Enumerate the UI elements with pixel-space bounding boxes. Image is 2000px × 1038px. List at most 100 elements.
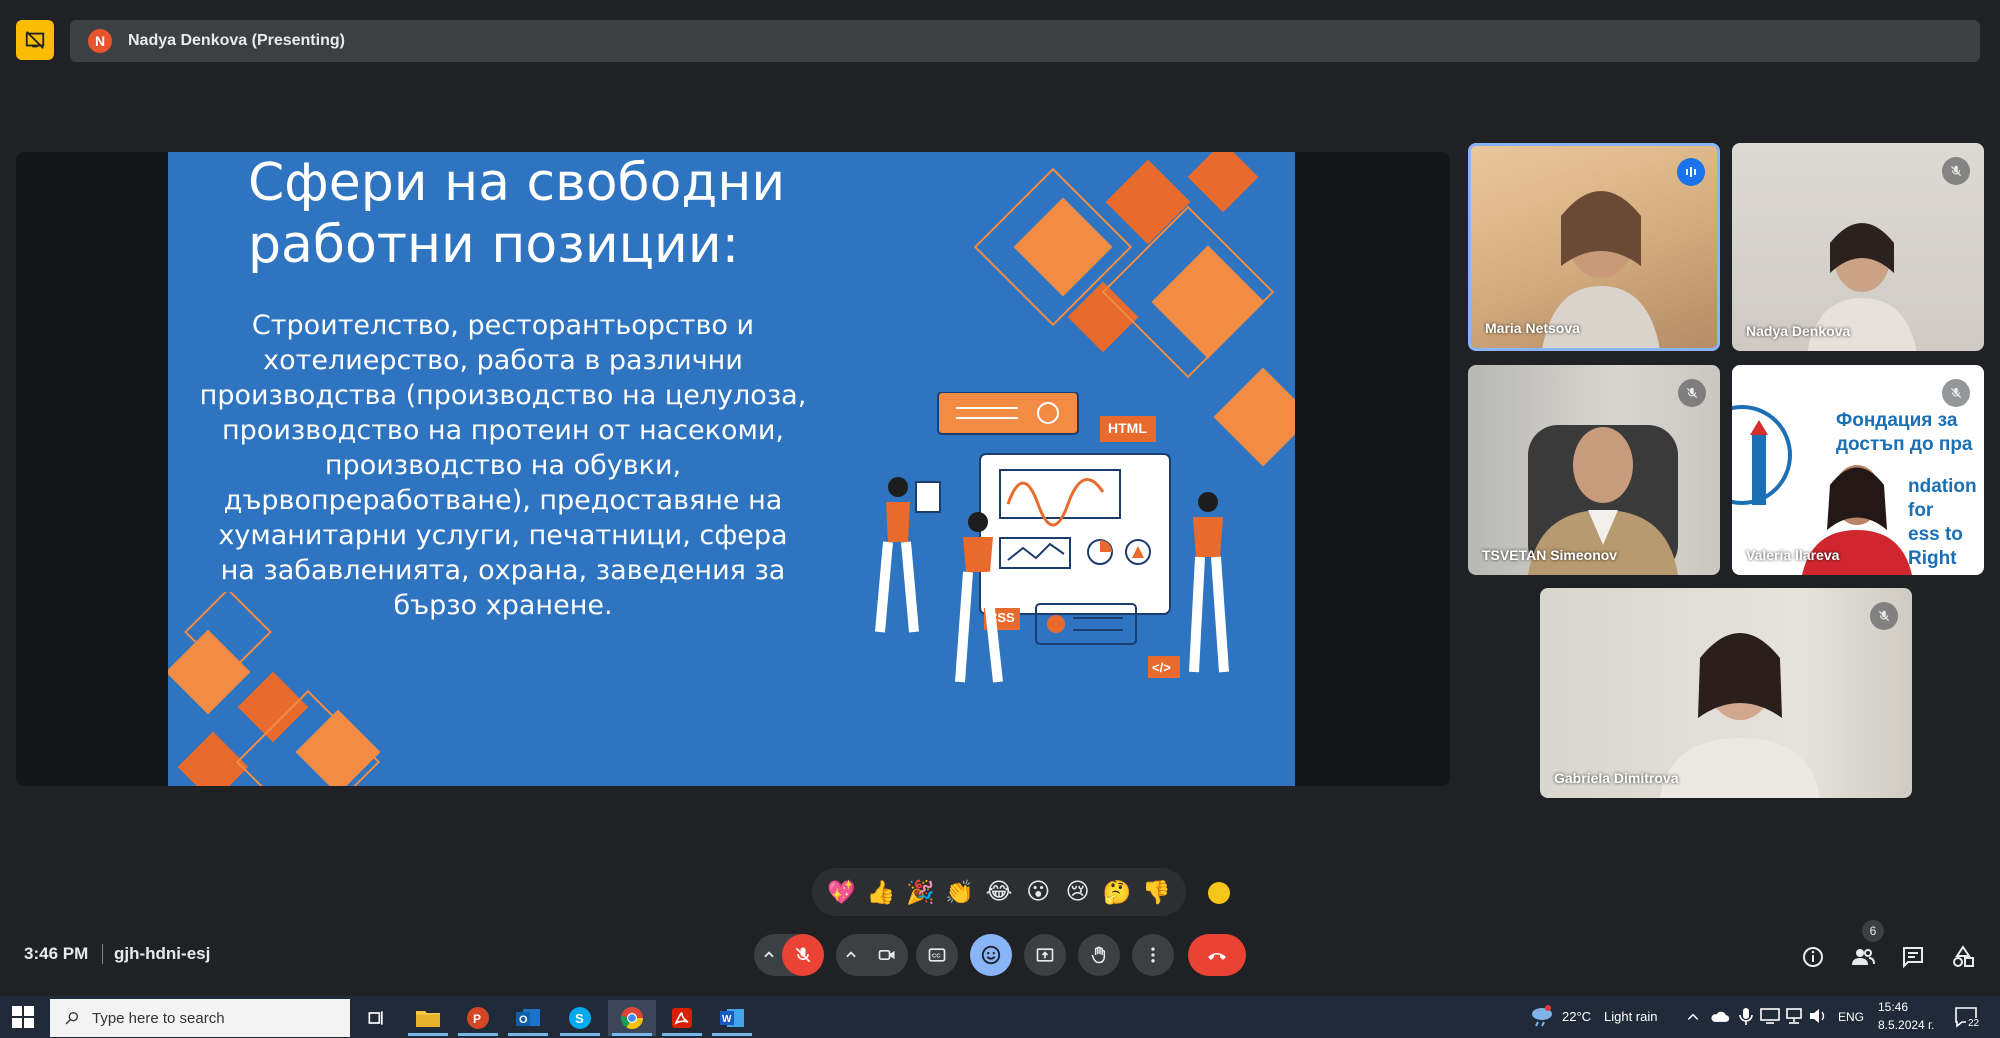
- slide-body-text: Строителство, ресторантьорство и хотелие…: [199, 310, 807, 621]
- presentation-stage[interactable]: Сфери на свободни работни позиции: Строи…: [16, 152, 1450, 786]
- participant-tile[interactable]: TSVETAN Simeonov: [1468, 365, 1720, 575]
- meeting-details-button[interactable]: [1798, 942, 1828, 972]
- svg-text:W: W: [722, 1014, 732, 1025]
- speaker-icon[interactable]: [1808, 1008, 1828, 1024]
- taskbar-word[interactable]: W: [708, 1000, 756, 1036]
- microphone-icon[interactable]: [1738, 1006, 1754, 1026]
- reaction-sad-button[interactable]: 😢: [1061, 879, 1095, 905]
- slide-title: Сфери на свободни работни позиции:: [248, 153, 786, 275]
- chevron-up-icon[interactable]: [844, 934, 858, 976]
- system-clock-date[interactable]: 8.5.2024 г.: [1878, 1018, 1934, 1032]
- weather-rain-icon: [1532, 1005, 1552, 1027]
- reaction-thinking-button[interactable]: 🤔: [1100, 879, 1134, 906]
- divider: [102, 944, 103, 964]
- notification-count-badge: 22: [1966, 1018, 1982, 1029]
- mic-off-icon: [1942, 157, 1970, 185]
- captions-button[interactable]: CC: [916, 934, 958, 976]
- meeting-code: gjh-hdni-esj: [114, 944, 211, 963]
- skype-icon: S: [569, 1007, 591, 1029]
- participant-name: Valeria Ilareva: [1746, 547, 1840, 563]
- reactions-bar: 💖 👍 🎉 👏 😂 😮 😢 🤔 👎: [812, 868, 1186, 916]
- meeting-time: 3:46 PM: [24, 944, 89, 963]
- task-view-button[interactable]: [352, 1000, 400, 1036]
- participant-tile[interactable]: Nadya Denkova: [1732, 143, 1984, 351]
- chevron-up-icon[interactable]: [1686, 1010, 1700, 1024]
- smiley-icon: [981, 945, 1001, 965]
- reaction-clap-button[interactable]: 👏: [943, 879, 977, 906]
- more-vert-icon: [1151, 947, 1155, 963]
- hand-icon: [1091, 946, 1106, 964]
- camera-control: [836, 934, 908, 976]
- taskbar-powerpoint[interactable]: P: [454, 1000, 502, 1036]
- reactions-button[interactable]: [970, 934, 1012, 976]
- html-tag-label: HTML: [1108, 420, 1147, 436]
- onedrive-cloud-icon[interactable]: [1710, 1008, 1730, 1024]
- video-camera-icon: [878, 950, 895, 960]
- weather-temperature[interactable]: 22°C: [1562, 1009, 1591, 1024]
- weather-condition[interactable]: Light rain: [1604, 1009, 1657, 1024]
- participant-name: Gabriela Dimitrova: [1554, 770, 1679, 786]
- word-icon: W: [720, 1009, 744, 1027]
- network-icon[interactable]: [1784, 1008, 1804, 1024]
- taskbar-search-box[interactable]: Type here to search: [50, 999, 350, 1037]
- shapes-icon: [1953, 945, 1974, 967]
- mic-off-icon: [795, 947, 811, 963]
- taskbar-outlook[interactable]: O: [504, 1000, 552, 1036]
- participant-name: Nadya Denkova: [1746, 323, 1851, 339]
- participant-tile[interactable]: Gabriela Dimitrova: [1540, 588, 1912, 798]
- svg-text:P: P: [473, 1012, 481, 1026]
- system-clock-time[interactable]: 15:46: [1878, 1000, 1908, 1014]
- presentation-slide: Сфери на свободни работни позиции: Строи…: [168, 152, 1295, 786]
- leave-call-button[interactable]: [1188, 934, 1246, 976]
- chat-icon: [1903, 947, 1923, 969]
- presenting-banner: N Nadya Denkova (Presenting): [70, 20, 1980, 62]
- task-view-icon: [368, 1011, 383, 1025]
- participant-video: [1660, 633, 1820, 798]
- taskbar-file-explorer[interactable]: [404, 1000, 452, 1036]
- presenter-avatar: N: [88, 29, 112, 53]
- mic-toggle-button[interactable]: [782, 934, 824, 976]
- reaction-laugh-button[interactable]: 😂: [982, 879, 1016, 905]
- reaction-party-button[interactable]: 🎉: [903, 879, 937, 906]
- chrome-icon: [621, 1007, 643, 1029]
- windows-logo-icon: [12, 1006, 34, 1028]
- raise-hand-button[interactable]: [1078, 934, 1120, 976]
- mic-off-icon: [1678, 379, 1706, 407]
- present-screen-icon: [1036, 948, 1054, 962]
- mic-off-icon: [1870, 602, 1898, 630]
- people-count-badge: 6: [1862, 920, 1884, 942]
- search-icon: [65, 1012, 78, 1025]
- participant-tile[interactable]: Фондация за достъп до пра ndation for es…: [1732, 365, 1984, 575]
- mic-off-icon: [1942, 379, 1970, 407]
- skin-tone-picker-button[interactable]: [1208, 882, 1230, 904]
- taskbar-acrobat[interactable]: [658, 1000, 706, 1036]
- activities-button[interactable]: [1948, 942, 1978, 972]
- speaking-indicator-icon: [1677, 158, 1705, 186]
- taskbar-skype[interactable]: S: [556, 1000, 604, 1036]
- participant-tile[interactable]: Maria Netsova: [1468, 143, 1720, 351]
- svg-text:O: O: [519, 1014, 528, 1026]
- powerpoint-icon: P: [467, 1007, 489, 1029]
- search-placeholder: Type here to search: [92, 1009, 225, 1027]
- captions-icon: CC: [928, 948, 946, 962]
- acrobat-icon: [672, 1008, 692, 1028]
- presentation-indicator-icon[interactable]: [16, 20, 54, 60]
- reaction-surprised-button[interactable]: 😮: [1021, 879, 1055, 905]
- chevron-up-icon[interactable]: [762, 934, 776, 976]
- info-icon: [1803, 947, 1823, 967]
- more-options-button[interactable]: [1132, 934, 1174, 976]
- participant-name: TSVETAN Simeonov: [1482, 547, 1618, 563]
- taskbar-chrome[interactable]: [608, 1000, 656, 1036]
- reaction-thumbs-down-button[interactable]: 👎: [1139, 879, 1173, 906]
- present-screen-button[interactable]: [1024, 934, 1066, 976]
- display-icon[interactable]: [1760, 1008, 1780, 1024]
- input-language[interactable]: ENG: [1838, 1010, 1864, 1024]
- windows-start-button[interactable]: [10, 1004, 36, 1030]
- camera-toggle-button[interactable]: [866, 934, 908, 976]
- people-button[interactable]: [1848, 942, 1878, 972]
- microphone-control: [754, 934, 824, 976]
- reaction-heart-button[interactable]: 💖: [825, 879, 859, 906]
- chat-button[interactable]: [1898, 942, 1928, 972]
- reaction-thumbs-up-button[interactable]: 👍: [864, 879, 898, 906]
- web-development-illustration: [875, 392, 1229, 683]
